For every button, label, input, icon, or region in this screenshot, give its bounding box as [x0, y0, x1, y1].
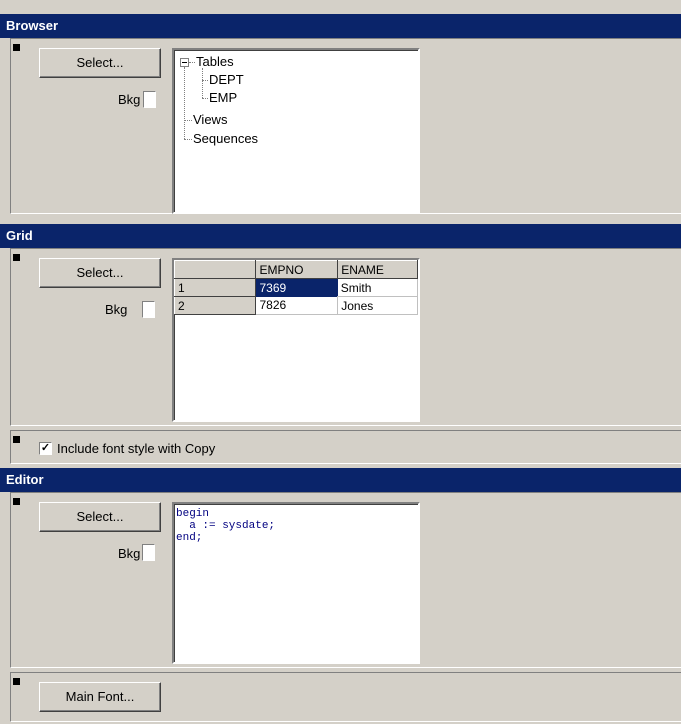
grid-header: Grid — [0, 224, 681, 248]
main-font-bullet-icon — [13, 678, 20, 685]
tree-connector — [202, 98, 208, 99]
tree-connector — [202, 68, 203, 98]
grid-cell-ename[interactable]: Jones — [337, 296, 418, 315]
column-header-empno[interactable]: EMPNO — [255, 260, 339, 279]
editor-bkg-label: Bkg — [118, 546, 141, 561]
grid-cell-empno[interactable]: 7369 — [255, 278, 338, 297]
tree-connector — [184, 67, 185, 139]
grid-table: EMPNO ENAME 1 7369 Smith 2 7826 Jones — [173, 260, 418, 315]
grid-corner-header[interactable] — [173, 260, 257, 279]
tree-connector — [202, 80, 208, 81]
table-row: 2 7826 Jones — [173, 296, 418, 315]
tree-connector — [184, 139, 192, 140]
data-grid[interactable]: EMPNO ENAME 1 7369 Smith 2 7826 Jones — [172, 258, 420, 422]
code-line: a := sysdate; — [176, 520, 276, 532]
collapse-icon[interactable] — [180, 58, 189, 67]
grid-cell-empno[interactable]: 7826 — [255, 296, 339, 315]
tree-item-emp[interactable]: EMP — [209, 90, 237, 105]
editor-bkg-checkbox[interactable] — [142, 544, 155, 561]
grid-header-row: EMPNO ENAME — [173, 260, 418, 279]
grid-cell-ename[interactable]: Smith — [337, 278, 418, 297]
row-header[interactable]: 1 — [173, 278, 257, 297]
grid-bullet-icon — [13, 254, 20, 261]
table-row: 1 7369 Smith — [173, 278, 418, 297]
tree-item-dept[interactable]: DEPT — [209, 72, 244, 87]
include-font-style-checkbox[interactable]: ✓ — [39, 442, 52, 455]
browser-header: Browser — [0, 14, 681, 38]
browser-bullet-icon — [13, 44, 20, 51]
grid-bkg-checkbox[interactable] — [142, 301, 155, 318]
code-line: begin — [176, 508, 210, 520]
tree-item-tables[interactable]: Tables — [196, 54, 234, 69]
browser-select-button[interactable]: Select... — [39, 48, 161, 78]
grid-select-button[interactable]: Select... — [39, 258, 161, 288]
code-line: end; — [176, 532, 203, 544]
browser-bkg-label: Bkg — [118, 92, 141, 107]
browser-tree[interactable]: Tables DEPT EMP Views Sequences — [172, 48, 420, 214]
main-font-button[interactable]: Main Font... — [39, 682, 161, 712]
row-header[interactable]: 2 — [173, 296, 257, 315]
editor-header: Editor — [0, 468, 681, 492]
tree-item-views[interactable]: Views — [193, 112, 227, 127]
copy-option-bullet-icon — [13, 436, 20, 443]
code-editor[interactable]: begin a := sysdate; end; — [172, 502, 420, 664]
editor-select-button[interactable]: Select... — [39, 502, 161, 532]
editor-bullet-icon — [13, 498, 20, 505]
grid-bkg-label: Bkg — [105, 302, 128, 317]
browser-bkg-checkbox[interactable] — [143, 91, 156, 108]
tree-connector — [184, 120, 192, 121]
tree-item-sequences[interactable]: Sequences — [193, 131, 258, 146]
include-font-style-label[interactable]: Include font style with Copy — [57, 441, 215, 456]
column-header-ename[interactable]: ENAME — [337, 260, 418, 279]
tree-connector — [189, 62, 195, 63]
